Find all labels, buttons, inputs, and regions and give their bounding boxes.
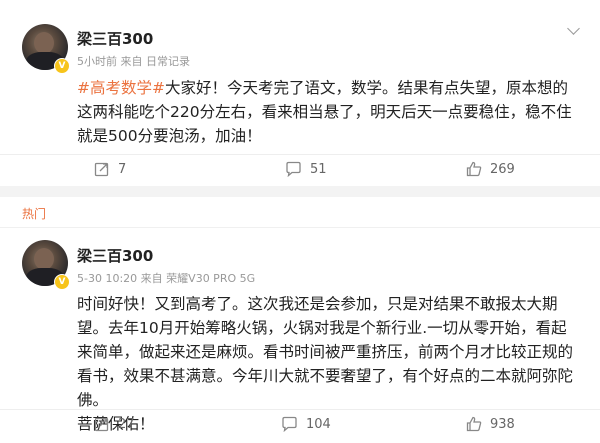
- repost-button[interactable]: 7: [94, 155, 126, 183]
- post-time: 5小时前: [77, 55, 117, 68]
- username[interactable]: 梁三百300: [77, 28, 153, 49]
- username[interactable]: 梁三百300: [77, 245, 153, 266]
- verified-badge-icon: V: [54, 58, 70, 74]
- weibo-post-card: V 梁三百300 5小时前 来自 日常记录 #高考数学#大家好！今天考完了语文，…: [0, 0, 600, 186]
- repost-icon: [94, 417, 109, 432]
- post-source: 来自 日常记录: [120, 55, 191, 68]
- post-meta: 5-30 10:20 来自 荣耀V30 PRO 5G: [77, 270, 255, 286]
- like-count: 269: [490, 161, 515, 177]
- verified-badge-icon: V: [54, 274, 70, 290]
- repost-count: 7: [118, 161, 127, 177]
- divider: [0, 227, 600, 228]
- comment-count: 104: [306, 416, 331, 432]
- comment-button[interactable]: 104: [281, 410, 331, 438]
- thumbs-up-icon: [466, 416, 482, 432]
- like-button[interactable]: 269: [466, 155, 515, 183]
- post-text: 时间好快！又到高考了。这次我还是会参加，只是对结果不敢报太大期望。去年10月开始…: [77, 295, 574, 409]
- post-content: #高考数学#大家好！今天考完了语文，数学。结果有点失望，原本想的这两科能吃个22…: [77, 76, 582, 148]
- thumbs-up-icon: [466, 161, 482, 177]
- like-button[interactable]: 938: [466, 410, 515, 438]
- avatar-face: [34, 248, 54, 270]
- weibo-post-card: 热门 V 梁三百300 5-30 10:20 来自 荣耀V30 PRO 5G 时…: [0, 197, 600, 443]
- hot-label: 热门: [22, 207, 47, 221]
- post-time: 5-30 10:20: [77, 272, 138, 285]
- repost-count: 27: [118, 416, 135, 432]
- post-actions: 27 104 938: [0, 409, 600, 438]
- post-actions: 7 51 269: [0, 154, 600, 183]
- comment-icon: [282, 416, 297, 432]
- post-source: 来自 荣耀V30 PRO 5G: [140, 272, 256, 285]
- avatar-face: [34, 32, 54, 54]
- repost-icon: [94, 162, 109, 177]
- comment-count: 51: [310, 161, 327, 177]
- post-meta: 5小时前 来自 日常记录: [77, 53, 190, 69]
- repost-button[interactable]: 27: [94, 410, 135, 438]
- chevron-down-icon[interactable]: [568, 22, 580, 34]
- like-count: 938: [490, 416, 515, 432]
- comment-button[interactable]: 51: [285, 155, 327, 183]
- hashtag-link[interactable]: #高考数学#: [77, 79, 165, 97]
- comment-icon: [286, 161, 301, 177]
